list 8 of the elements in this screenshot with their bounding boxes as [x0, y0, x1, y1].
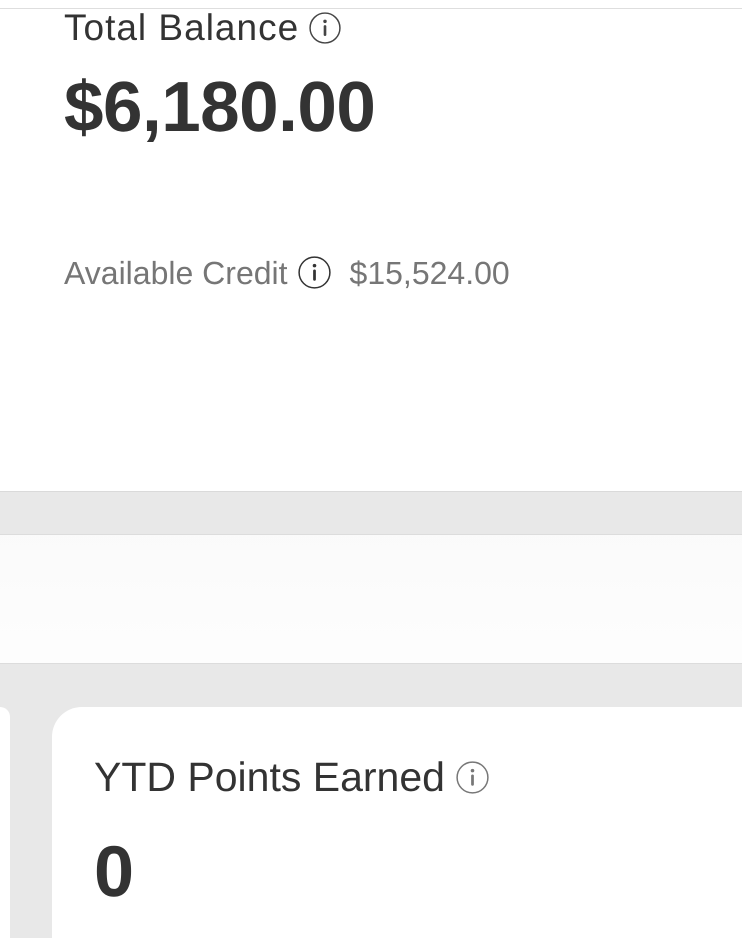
- balance-label: Total Balance: [64, 9, 300, 46]
- balance-amount: $6,180.00: [64, 72, 376, 143]
- available-credit-label: Available Credit: [64, 256, 288, 288]
- info-icon[interactable]: [298, 256, 331, 289]
- points-value: 0: [94, 836, 134, 908]
- available-credit-amount: $15,524.00: [350, 256, 510, 288]
- points-label: YTD Points Earned: [94, 757, 445, 798]
- info-icon[interactable]: [309, 12, 342, 44]
